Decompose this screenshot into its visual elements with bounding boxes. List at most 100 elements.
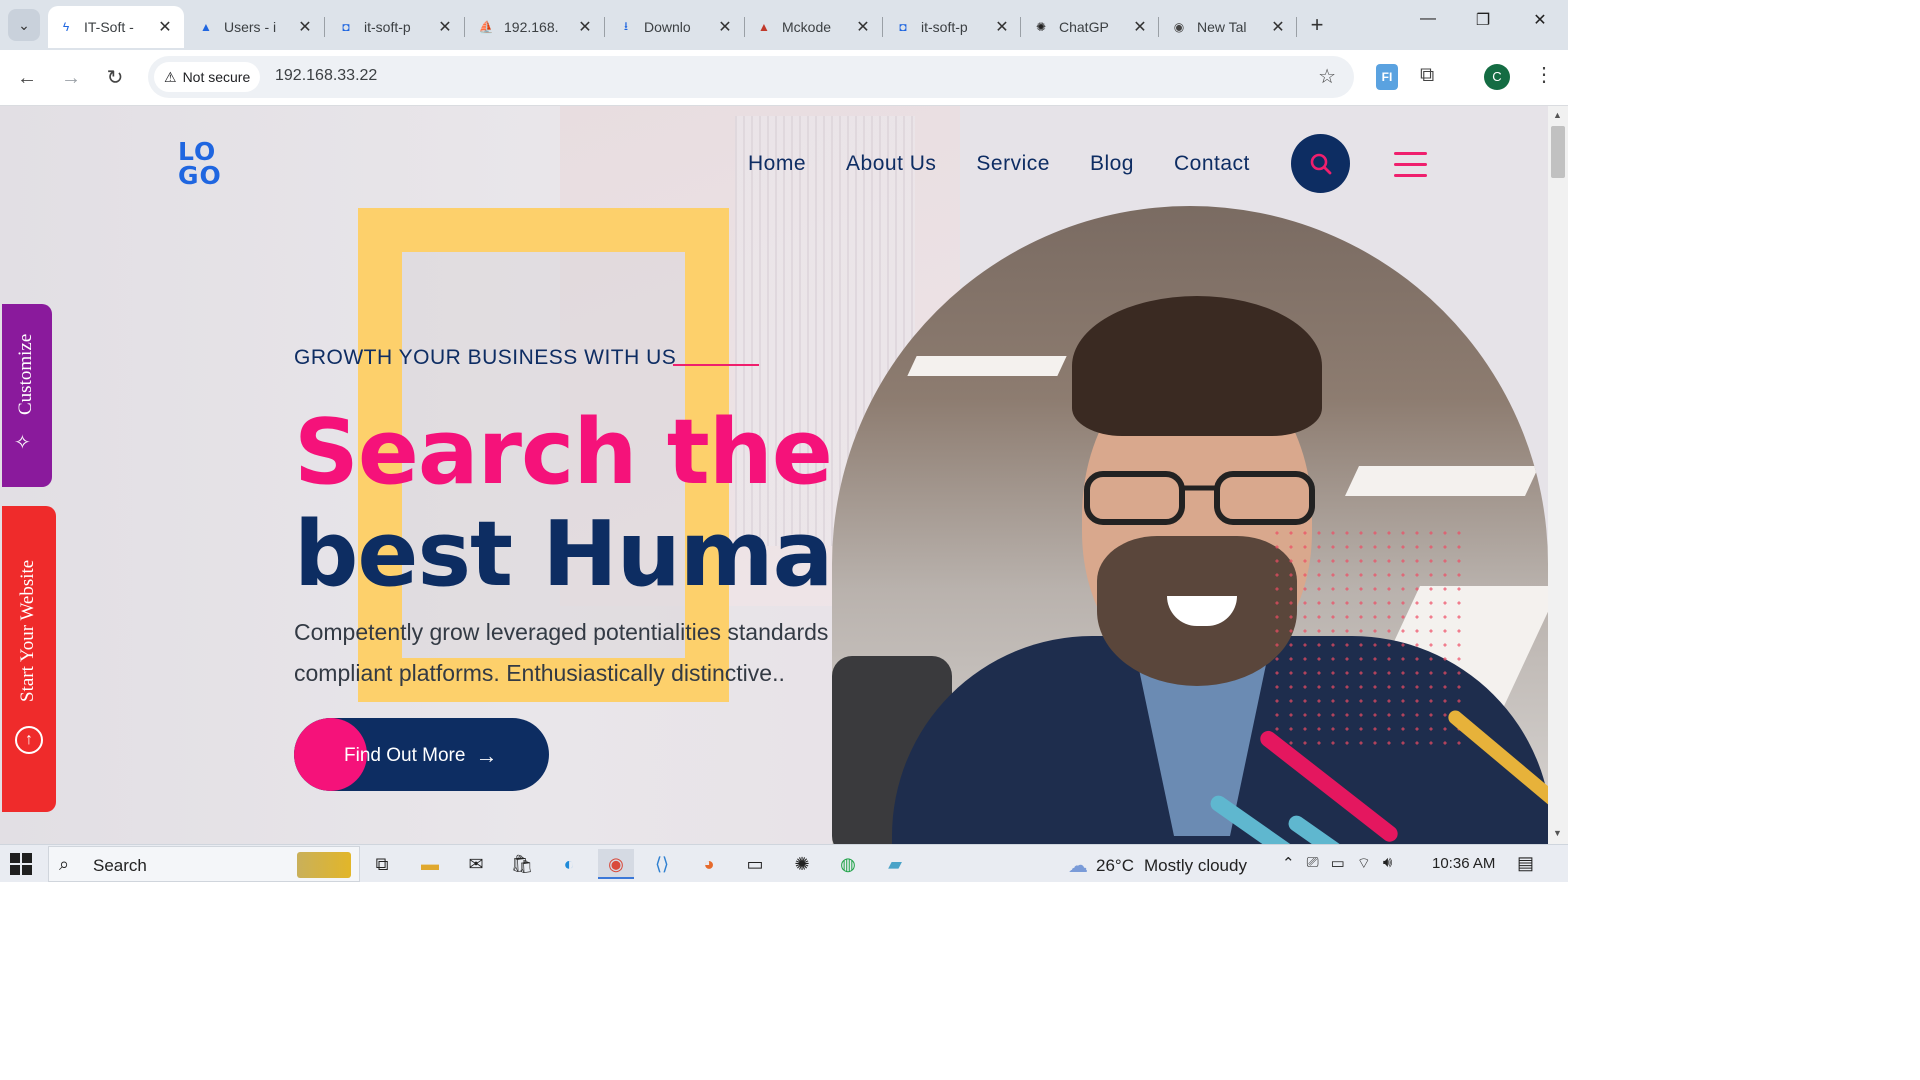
- azure-icon: ▲: [200, 20, 212, 34]
- store-icon[interactable]: 🛍: [504, 849, 540, 879]
- notification-icon[interactable]: ▤: [1517, 853, 1534, 874]
- weather-widget[interactable]: ☁ 26°C Mostly cloudy: [1068, 853, 1247, 878]
- vscode-icon[interactable]: ⟨⟩: [644, 849, 680, 879]
- close-icon[interactable]: ✕: [1131, 17, 1149, 37]
- reload-icon[interactable]: ↻: [101, 64, 129, 92]
- forward-arrow-icon[interactable]: →: [57, 64, 85, 92]
- hero-description: Competently grow leveraged potentialitie…: [294, 619, 829, 686]
- close-icon[interactable]: ✕: [296, 17, 314, 37]
- tab-new-tab[interactable]: ◉ New Tal ✕: [1161, 6, 1297, 48]
- download-icon: ⭳: [623, 18, 629, 33]
- warning-icon: ⚠: [164, 68, 177, 85]
- tab-separator: [324, 17, 325, 37]
- bookmark-star-icon[interactable]: ☆: [1318, 64, 1336, 89]
- pma-icon: ⛵: [478, 20, 494, 34]
- close-window-button[interactable]: ✕: [1517, 10, 1563, 40]
- chrome-icon[interactable]: ◉: [598, 849, 634, 879]
- browser-toolbar: ← → ↻ ⚠ Not secure 192.168.33.22 ☆ FI ⧉ …: [0, 50, 1568, 106]
- browser-tab-strip: ⌄ ϟ IT-Soft - ✕ ▲ Users - i ✕ ◘ it-soft-…: [0, 0, 1568, 50]
- extension-fi-icon[interactable]: FI: [1376, 64, 1398, 90]
- page-viewport: LO GO Home About Us Service Blog Contact…: [0, 106, 1548, 844]
- tab-separator: [464, 17, 465, 37]
- tab-chatgpt[interactable]: ✺ ChatGP ✕: [1023, 6, 1159, 48]
- customize-side-tab[interactable]: Customize ✧: [2, 304, 52, 487]
- find-out-more-button[interactable]: Find Out More →: [294, 718, 549, 791]
- close-icon[interactable]: ✕: [1269, 17, 1287, 37]
- menu-kebab-icon[interactable]: ⋮: [1534, 62, 1554, 87]
- close-icon[interactable]: ✕: [576, 17, 594, 37]
- tab-it-soft-p-2[interactable]: ◘ it-soft-p ✕: [885, 6, 1021, 48]
- scroll-down-icon[interactable]: ▼: [1553, 828, 1562, 838]
- tab-separator: [1020, 17, 1021, 37]
- windows-start-icon[interactable]: [10, 853, 32, 875]
- address-bar[interactable]: ⚠ Not secure 192.168.33.22 ☆: [148, 56, 1354, 98]
- notepad-icon[interactable]: ▰: [877, 849, 913, 879]
- tab-search-button[interactable]: ⌄: [8, 9, 40, 41]
- chevron-up-icon[interactable]: ⌃: [1282, 854, 1295, 873]
- close-icon[interactable]: ✕: [854, 17, 872, 37]
- puzzle-icon: ✧: [14, 432, 31, 454]
- tab-separator: [882, 17, 883, 37]
- chrome-icon: ◉: [1173, 20, 1185, 34]
- security-chip[interactable]: ⚠ Not secure: [154, 62, 261, 92]
- close-icon[interactable]: ✕: [993, 17, 1011, 37]
- tab-separator: [744, 17, 745, 37]
- terminal-icon[interactable]: ▭: [737, 849, 773, 879]
- edge-icon[interactable]: ◐: [551, 849, 587, 879]
- hamburger-menu-icon[interactable]: [1394, 152, 1427, 178]
- shield-icon: ◘: [899, 20, 907, 34]
- tab-separator: [604, 17, 605, 37]
- shield-icon: ◘: [342, 20, 350, 34]
- close-icon[interactable]: ✕: [156, 17, 174, 37]
- arrow-up-circle-icon: ↑: [15, 726, 43, 754]
- chatgpt-icon: ✺: [1035, 20, 1047, 34]
- restore-button[interactable]: ❐: [1460, 10, 1506, 40]
- nav-about-us[interactable]: About Us: [846, 152, 936, 176]
- tab-it-soft-p-1[interactable]: ◘ it-soft-p ✕: [328, 6, 464, 48]
- tab-users[interactable]: ▲ Users - i ✕: [188, 6, 324, 48]
- task-view-icon[interactable]: ⧉: [364, 849, 400, 879]
- nav-blog[interactable]: Blog: [1090, 152, 1134, 176]
- search-icon: ⌕: [59, 854, 70, 874]
- taskbar-search-box[interactable]: ⌕ Search: [48, 846, 360, 882]
- minimize-button[interactable]: —: [1405, 10, 1451, 40]
- chatgpt-icon[interactable]: ✺: [784, 849, 820, 879]
- wifi-icon[interactable]: ⌔: [1357, 854, 1371, 873]
- start-your-website-side-tab[interactable]: Start Your Website ↑: [2, 506, 56, 812]
- file-explorer-icon[interactable]: ▬: [412, 849, 448, 879]
- taskbar-clock[interactable]: 10:36 AM: [1432, 855, 1495, 872]
- nav-service[interactable]: Service: [976, 152, 1050, 176]
- hero-headline-line1: Search the: [294, 400, 833, 505]
- profile-avatar[interactable]: C: [1484, 64, 1510, 90]
- firefox-icon[interactable]: ◕: [691, 849, 727, 879]
- volume-icon[interactable]: 🔊︎: [1383, 854, 1392, 873]
- back-arrow-icon[interactable]: ←: [13, 64, 41, 92]
- arrow-right-icon: →: [475, 743, 498, 768]
- new-tab-button[interactable]: +: [1304, 12, 1330, 38]
- battery-icon[interactable]: ▭: [1331, 854, 1345, 873]
- close-icon[interactable]: ✕: [436, 17, 454, 37]
- windows-taskbar: ⌕ Search ⧉ ▬ ✉ 🛍 ◐ ◉ ⟨⟩ ◕ ▭ ✺ ◍ ▰ ☁ 26°C…: [0, 844, 1568, 882]
- whatsapp-icon[interactable]: ◍: [830, 849, 866, 879]
- url-text[interactable]: 192.168.33.22: [275, 67, 377, 85]
- scrollbar-thumb[interactable]: [1551, 126, 1565, 178]
- search-icon: [1310, 153, 1331, 174]
- site-search-button[interactable]: [1291, 134, 1350, 193]
- page-scrollbar[interactable]: ▲ ▼: [1548, 106, 1568, 844]
- search-highlight-image: [297, 852, 351, 878]
- bolt-icon: ϟ: [62, 20, 70, 34]
- extensions-puzzle-icon[interactable]: ⧉: [1420, 64, 1434, 87]
- cloud-icon: ☁: [1068, 855, 1088, 877]
- nav-contact[interactable]: Contact: [1174, 152, 1250, 176]
- scroll-up-icon[interactable]: ▲: [1553, 110, 1562, 120]
- site-logo[interactable]: LO GO: [178, 139, 230, 190]
- warning-icon: ▲: [758, 20, 770, 34]
- tab-downloads[interactable]: ⭳ Downlo ✕: [608, 6, 744, 48]
- meet-now-icon[interactable]: ⎚: [1307, 854, 1319, 873]
- tab-it-soft[interactable]: ϟ IT-Soft - ✕: [48, 6, 184, 48]
- tab-mckode[interactable]: ▲ Mckode ✕: [746, 6, 882, 48]
- tab-phpmyadmin[interactable]: ⛵ 192.168. ✕: [468, 6, 604, 48]
- mail-icon[interactable]: ✉: [458, 849, 494, 879]
- nav-home[interactable]: Home: [748, 152, 806, 176]
- close-icon[interactable]: ✕: [716, 17, 734, 37]
